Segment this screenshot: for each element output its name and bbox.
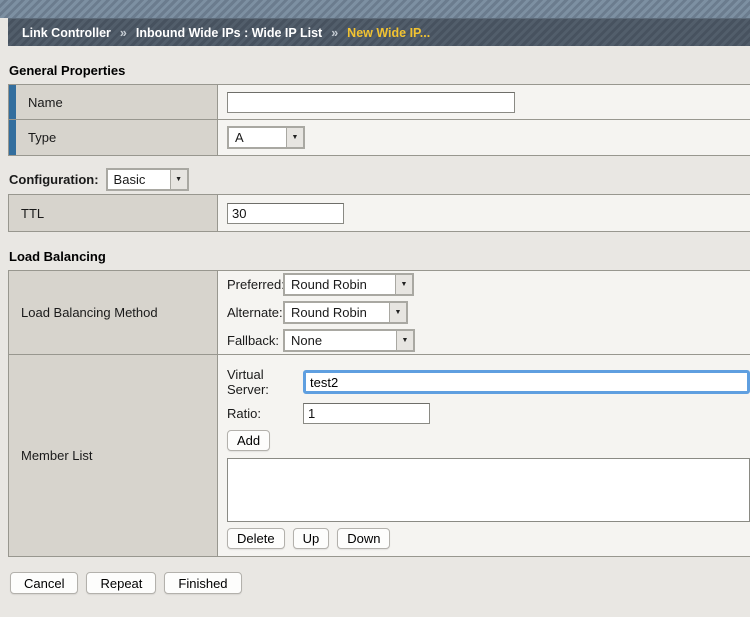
preferred-label: Preferred:: [227, 277, 283, 292]
ttl-input[interactable]: [227, 203, 344, 224]
load-balancing-title: Load Balancing: [9, 249, 750, 264]
delete-button[interactable]: Delete: [227, 528, 285, 549]
ttl-row: TTL: [9, 195, 750, 231]
fallback-label: Fallback:: [227, 333, 283, 348]
type-label: Type: [28, 130, 56, 145]
ttl-label-cell: TTL: [9, 195, 218, 231]
ratio-row: Ratio:: [227, 403, 750, 424]
breadcrumb-current-page: New Wide IP...: [347, 26, 430, 40]
alternate-select[interactable]: Round Robin ▼: [283, 301, 408, 324]
breadcrumb-separator-icon: »: [120, 26, 127, 40]
repeat-button[interactable]: Repeat: [86, 572, 156, 594]
type-value-cell: A ▼: [218, 120, 750, 155]
type-label-cell: Type: [9, 120, 218, 155]
fallback-select[interactable]: None ▼: [283, 329, 415, 352]
load-balancing-table: Load Balancing Method Preferred: Round R…: [8, 270, 750, 557]
general-properties-title: General Properties: [9, 63, 750, 78]
type-select[interactable]: A ▼: [227, 126, 305, 149]
load-balancing-method-label: Load Balancing Method: [21, 305, 158, 320]
virtual-server-row: Virtual Server:: [227, 367, 750, 397]
configuration-select-value: Basic: [108, 172, 170, 187]
virtual-server-input[interactable]: [303, 370, 750, 394]
add-row: Add: [227, 430, 750, 451]
add-button[interactable]: Add: [227, 430, 270, 451]
type-select-value: A: [229, 130, 286, 145]
member-list-label-cell: Member List: [9, 355, 218, 556]
breadcrumb-link-controller[interactable]: Link Controller: [22, 26, 111, 40]
configuration-select[interactable]: Basic ▼: [106, 168, 189, 191]
load-balancing-method-value-cell: Preferred: Round Robin ▼ Alternate: Roun…: [218, 271, 750, 354]
alternate-select-value: Round Robin: [285, 305, 389, 320]
load-balancing-method-label-cell: Load Balancing Method: [9, 271, 218, 354]
fallback-row: Fallback: None ▼: [227, 329, 415, 352]
ttl-value-cell: [218, 195, 750, 231]
breadcrumb: Link Controller » Inbound Wide IPs : Wid…: [8, 18, 750, 46]
ratio-label: Ratio:: [227, 406, 303, 421]
dropdown-arrow-icon[interactable]: ▼: [170, 170, 187, 189]
preferred-select[interactable]: Round Robin ▼: [283, 273, 414, 296]
configuration-table: TTL: [8, 194, 750, 232]
member-list-label: Member List: [21, 448, 93, 463]
configuration-line: Configuration: Basic ▼: [9, 168, 750, 191]
breadcrumb-separator-icon: »: [331, 26, 338, 40]
member-list-buttons: Delete Up Down: [227, 528, 750, 549]
name-label-cell: Name: [9, 85, 218, 119]
breadcrumb-wide-ip-list[interactable]: Inbound Wide IPs : Wide IP List: [136, 26, 322, 40]
name-input[interactable]: [227, 92, 515, 113]
ratio-input[interactable]: [303, 403, 430, 424]
up-button[interactable]: Up: [293, 528, 330, 549]
preferred-row: Preferred: Round Robin ▼: [227, 273, 414, 296]
dropdown-arrow-icon[interactable]: ▼: [389, 303, 406, 322]
dropdown-arrow-icon[interactable]: ▼: [286, 128, 303, 147]
required-marker: [9, 85, 16, 119]
member-list-row: Member List Virtual Server: Ratio: Add D…: [9, 355, 750, 556]
load-balancing-method-row: Load Balancing Method Preferred: Round R…: [9, 271, 750, 355]
alternate-label: Alternate:: [227, 305, 283, 320]
member-list-value-cell: Virtual Server: Ratio: Add Delete Up Dow…: [218, 355, 750, 556]
cancel-button[interactable]: Cancel: [10, 572, 78, 594]
configuration-label: Configuration:: [9, 172, 99, 187]
name-row: Name: [9, 85, 750, 120]
preferred-select-value: Round Robin: [285, 277, 395, 292]
required-marker: [9, 120, 16, 155]
type-row: Type A ▼: [9, 120, 750, 155]
name-label: Name: [28, 95, 63, 110]
alternate-row: Alternate: Round Robin ▼: [227, 301, 408, 324]
form-footer: Cancel Repeat Finished: [10, 572, 750, 594]
top-banner-stripe: [0, 0, 750, 18]
dropdown-arrow-icon[interactable]: ▼: [396, 331, 413, 350]
down-button[interactable]: Down: [337, 528, 390, 549]
finished-button[interactable]: Finished: [164, 572, 241, 594]
general-properties-table: Name Type A ▼: [8, 84, 750, 156]
member-listbox[interactable]: [227, 458, 750, 522]
dropdown-arrow-icon[interactable]: ▼: [395, 275, 412, 294]
name-value-cell: [218, 85, 750, 119]
ttl-label: TTL: [21, 206, 44, 221]
fallback-select-value: None: [285, 333, 396, 348]
virtual-server-label: Virtual Server:: [227, 367, 303, 397]
